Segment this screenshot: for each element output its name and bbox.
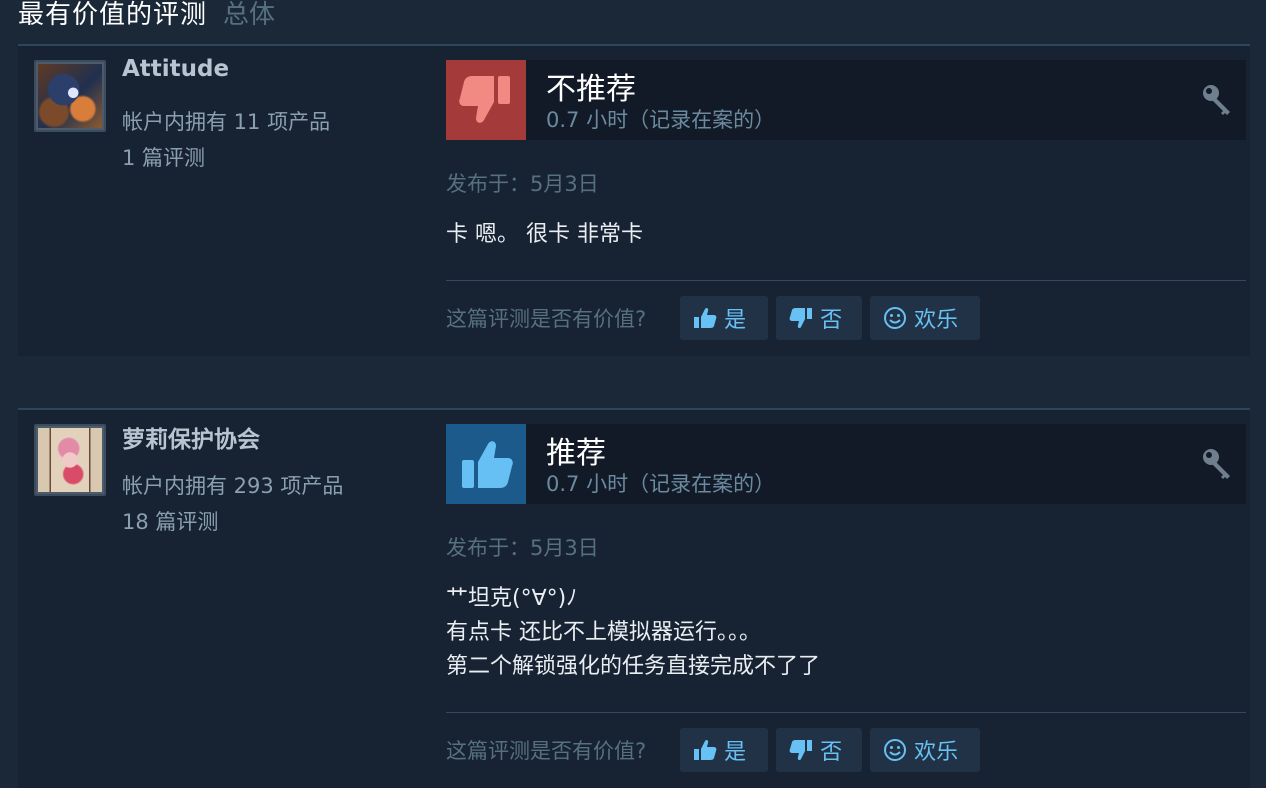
vote-yes-label: 是 xyxy=(724,740,747,765)
thumbs-down-icon xyxy=(789,740,813,761)
author-name[interactable]: Attitude xyxy=(122,56,229,82)
vote-no-label: 否 xyxy=(820,740,843,765)
playtime: 0.7 小时（记录在案的） xyxy=(546,472,776,496)
divider xyxy=(446,712,1246,713)
author-products[interactable]: 帐户内拥有 11 项产品 xyxy=(122,106,330,136)
thumbs-up-icon xyxy=(694,739,717,760)
vote-funny-label: 欢乐 xyxy=(914,740,959,765)
section-title: 最有价值的评测 xyxy=(18,0,208,30)
review-verdict[interactable]: 推荐 0.7 小时（记录在案的） xyxy=(446,424,1246,504)
author-review-count[interactable]: 18 篇评测 xyxy=(122,506,218,536)
posted-date: 发布于：5月3日 xyxy=(446,536,599,560)
avatar[interactable] xyxy=(34,424,106,496)
section-filter[interactable]: 总体 xyxy=(223,0,275,31)
review-text-line: 有点卡 还比不上模拟器运行。。。 xyxy=(446,620,761,645)
review-card: Attitude 帐户内拥有 11 项产品 1 篇评测 不推荐 0.7 小时（记… xyxy=(18,44,1250,356)
smile-icon xyxy=(884,739,907,761)
section-header: 最有价值的评测 总体 xyxy=(18,0,275,38)
review-text-line: 卡 嗯。 很卡 非常卡 xyxy=(446,222,643,247)
smile-icon xyxy=(884,307,907,329)
avatar[interactable] xyxy=(34,60,106,132)
review-body: 艹坦克(°∀°)ﾉ 有点卡 还比不上模拟器运行。。。 第二个解锁强化的任务直接完… xyxy=(446,582,820,684)
vote-yes-button[interactable]: 是 xyxy=(680,296,769,340)
posted-date: 发布于：5月3日 xyxy=(446,172,599,196)
helpful-question: 这篇评测是否有价值? xyxy=(446,307,647,331)
vote-funny-button[interactable]: 欢乐 xyxy=(870,296,981,340)
vote-no-button[interactable]: 否 xyxy=(776,728,863,772)
verdict-title: 不推荐 xyxy=(546,72,636,107)
author-products[interactable]: 帐户内拥有 293 项产品 xyxy=(122,470,343,500)
key-icon xyxy=(1203,449,1230,479)
review-card: 萝莉保护协会 帐户内拥有 293 项产品 18 篇评测 推荐 0.7 小时（记录… xyxy=(18,408,1250,788)
author-review-count[interactable]: 1 篇评测 xyxy=(122,142,205,172)
thumbs-up-icon xyxy=(446,424,526,504)
thumbs-down-icon xyxy=(446,60,526,140)
review-verdict[interactable]: 不推荐 0.7 小时（记录在案的） xyxy=(446,60,1246,140)
review-text-line: 第二个解锁强化的任务直接完成不了了 xyxy=(446,654,821,679)
playtime: 0.7 小时（记录在案的） xyxy=(546,108,776,132)
vote-funny-label: 欢乐 xyxy=(914,308,959,333)
helpful-question: 这篇评测是否有价值? xyxy=(446,739,647,763)
author-name[interactable]: 萝莉保护协会 xyxy=(122,420,260,454)
vote-no-button[interactable]: 否 xyxy=(776,296,863,340)
vote-no-label: 否 xyxy=(820,308,843,333)
vote-funny-button[interactable]: 欢乐 xyxy=(870,728,981,772)
helpful-controls: 这篇评测是否有价值? 是 否 欢乐 xyxy=(446,296,988,340)
vote-yes-button[interactable]: 是 xyxy=(680,728,769,772)
thumbs-down-icon xyxy=(789,308,813,329)
helpful-controls: 这篇评测是否有价值? 是 否 欢乐 xyxy=(446,728,988,772)
review-text-line: 艹坦克(°∀°)ﾉ xyxy=(446,586,578,611)
divider xyxy=(446,280,1246,281)
vote-yes-label: 是 xyxy=(724,308,747,333)
thumbs-up-icon xyxy=(694,307,717,328)
review-body: 卡 嗯。 很卡 非常卡 xyxy=(446,218,643,252)
verdict-title: 推荐 xyxy=(546,436,606,471)
key-icon xyxy=(1203,85,1230,115)
